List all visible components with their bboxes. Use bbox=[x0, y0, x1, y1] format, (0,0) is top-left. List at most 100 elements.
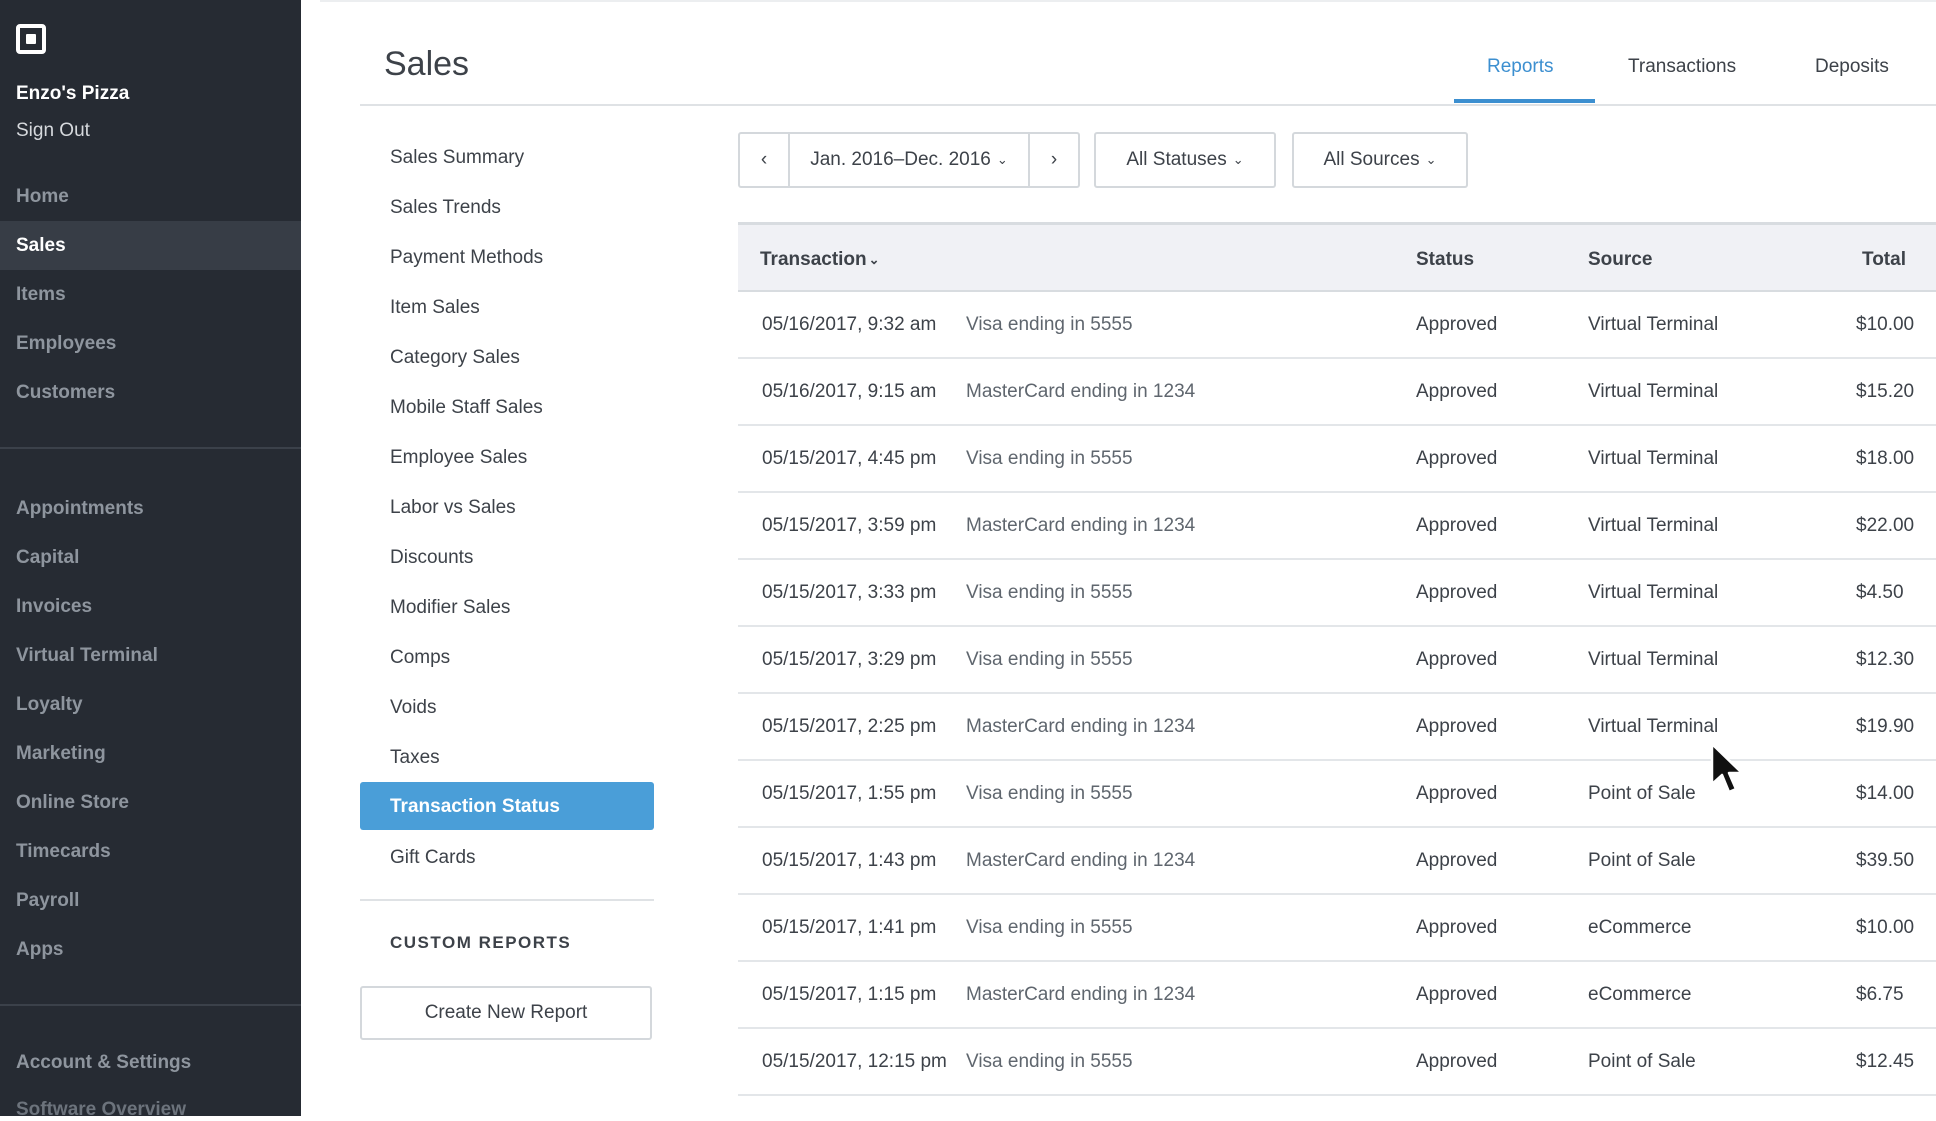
transaction-source: Virtual Terminal bbox=[1588, 582, 1719, 603]
transaction-status: Approved bbox=[1416, 917, 1498, 938]
nav-item-employees[interactable]: Employees bbox=[0, 319, 301, 368]
nav-divider bbox=[0, 1004, 301, 1006]
table-row[interactable]: 05/15/2017, 2:25 pm MasterCard ending in … bbox=[738, 694, 1936, 761]
table-row[interactable]: 05/15/2017, 1:43 pm MasterCard ending in … bbox=[738, 828, 1936, 895]
report-item[interactable]: Discounts bbox=[390, 547, 473, 569]
source-filter-select[interactable]: All Sources ⌄ bbox=[1292, 132, 1468, 188]
nav-item-customers[interactable]: Customers bbox=[0, 368, 301, 417]
app-sidebar: Enzo's Pizza Sign Out Home Sales Items E… bbox=[0, 0, 301, 1120]
header-divider bbox=[360, 104, 1936, 106]
transaction-total: $10.00 bbox=[1856, 314, 1915, 335]
transaction-card: Visa ending in 5555 bbox=[966, 448, 1133, 469]
tab-transactions[interactable]: Transactions bbox=[1628, 56, 1736, 78]
business-name: Enzo's Pizza bbox=[16, 83, 130, 104]
table-row[interactable]: 05/15/2017, 1:15 pm MasterCard ending in … bbox=[738, 962, 1936, 1029]
report-item-gift-cards[interactable]: Gift Cards bbox=[390, 847, 476, 869]
transaction-card: Visa ending in 5555 bbox=[966, 1051, 1133, 1072]
nav-item-loyalty[interactable]: Loyalty bbox=[0, 680, 301, 729]
chevron-down-icon: ⌄ bbox=[868, 251, 880, 267]
secondary-nav: Appointments Capital Invoices Virtual Te… bbox=[0, 484, 301, 974]
table-row[interactable]: 05/15/2017, 3:59 pm MasterCard ending in … bbox=[738, 493, 1936, 560]
report-item[interactable]: Modifier Sales bbox=[390, 597, 510, 619]
table-row[interactable]: 05/15/2017, 12:15 pm Visa ending in 5555 A… bbox=[738, 1029, 1936, 1096]
transaction-source: Point of Sale bbox=[1588, 850, 1696, 871]
active-tab-indicator bbox=[1454, 99, 1595, 103]
transaction-status: Approved bbox=[1416, 381, 1498, 402]
create-new-report-button[interactable]: Create New Report bbox=[360, 986, 652, 1040]
transaction-source: Virtual Terminal bbox=[1588, 448, 1719, 469]
transaction-card: MasterCard ending in 1234 bbox=[966, 850, 1196, 871]
report-item[interactable]: Labor vs Sales bbox=[390, 497, 516, 519]
transaction-date: 05/15/2017, 12:15 pm bbox=[762, 1051, 947, 1072]
next-range-button[interactable]: › bbox=[1028, 132, 1080, 188]
table-row[interactable]: 05/15/2017, 1:55 pm Visa ending in 5555 Ap… bbox=[738, 761, 1936, 828]
report-item-transaction-status[interactable]: Transaction Status bbox=[360, 782, 654, 830]
report-item[interactable]: Item Sales bbox=[390, 297, 480, 319]
transaction-status: Approved bbox=[1416, 582, 1498, 603]
transaction-status: Approved bbox=[1416, 314, 1498, 335]
custom-reports-heading: CUSTOM REPORTS bbox=[390, 933, 572, 952]
nav-item-account-settings[interactable]: Account & Settings bbox=[16, 1052, 191, 1074]
nav-item-appointments[interactable]: Appointments bbox=[0, 484, 301, 533]
nav-item-marketing[interactable]: Marketing bbox=[0, 729, 301, 778]
nav-item-home[interactable]: Home bbox=[0, 172, 301, 221]
table-row[interactable]: 05/15/2017, 4:45 pm Visa ending in 5555 Ap… bbox=[738, 426, 1936, 493]
square-logo-icon[interactable] bbox=[16, 24, 46, 54]
nav-item-items[interactable]: Items bbox=[0, 270, 301, 319]
transaction-source: Point of Sale bbox=[1588, 1051, 1696, 1072]
transaction-source: Virtual Terminal bbox=[1588, 381, 1719, 402]
transaction-source: Virtual Terminal bbox=[1588, 649, 1719, 670]
transaction-source: Virtual Terminal bbox=[1588, 515, 1719, 536]
nav-item-software-overview[interactable]: Software Overview bbox=[16, 1099, 186, 1121]
transaction-total: $12.30 bbox=[1856, 649, 1915, 670]
source-filter-label: All Sources bbox=[1323, 149, 1420, 171]
report-item[interactable]: Voids bbox=[390, 697, 436, 719]
transaction-card: MasterCard ending in 1234 bbox=[966, 716, 1196, 737]
report-item[interactable]: Taxes bbox=[390, 747, 440, 769]
primary-nav: Home Sales Items Employees Customers bbox=[0, 172, 301, 417]
transaction-total: $14.00 bbox=[1856, 783, 1915, 804]
transaction-card: MasterCard ending in 1234 bbox=[966, 515, 1196, 536]
transaction-date: 05/15/2017, 1:41 pm bbox=[762, 917, 937, 938]
nav-item-sales[interactable]: Sales bbox=[0, 221, 301, 270]
table-row[interactable]: 05/15/2017, 1:41 pm Visa ending in 5555 Ap… bbox=[738, 895, 1936, 962]
transaction-status: Approved bbox=[1416, 515, 1498, 536]
transaction-status: Approved bbox=[1416, 850, 1498, 871]
column-header-source: Source bbox=[1588, 249, 1653, 270]
nav-item-capital[interactable]: Capital bbox=[0, 533, 301, 582]
nav-item-virtual-terminal[interactable]: Virtual Terminal bbox=[0, 631, 301, 680]
transaction-card: Visa ending in 5555 bbox=[966, 917, 1133, 938]
transaction-date: 05/15/2017, 1:15 pm bbox=[762, 984, 937, 1005]
nav-item-payroll[interactable]: Payroll bbox=[0, 876, 301, 925]
report-item[interactable]: Payment Methods bbox=[390, 247, 543, 269]
nav-item-apps[interactable]: Apps bbox=[0, 925, 301, 974]
table-row[interactable]: 05/15/2017, 3:29 pm Visa ending in 5555 Ap… bbox=[738, 627, 1936, 694]
tab-reports[interactable]: Reports bbox=[1487, 56, 1554, 78]
report-item[interactable]: Sales Summary bbox=[390, 147, 524, 169]
report-item[interactable]: Comps bbox=[390, 647, 450, 669]
nav-item-timecards[interactable]: Timecards bbox=[0, 827, 301, 876]
nav-item-invoices[interactable]: Invoices bbox=[0, 582, 301, 631]
date-range-select[interactable]: Jan. 2016–Dec. 2016 ⌄ bbox=[788, 132, 1030, 188]
report-item[interactable]: Mobile Staff Sales bbox=[390, 397, 543, 419]
transaction-total: $6.75 bbox=[1856, 984, 1904, 1005]
report-item[interactable]: Category Sales bbox=[390, 347, 520, 369]
previous-range-button[interactable]: ‹ bbox=[738, 132, 790, 188]
sign-out-link[interactable]: Sign Out bbox=[16, 120, 90, 142]
column-header-transaction[interactable]: Transaction ⌄ bbox=[760, 249, 880, 271]
nav-item-online-store[interactable]: Online Store bbox=[0, 778, 301, 827]
report-item[interactable]: Sales Trends bbox=[390, 197, 501, 219]
report-item[interactable]: Employee Sales bbox=[390, 447, 527, 469]
table-row[interactable]: 05/16/2017, 9:32 am Visa ending in 5555 Ap… bbox=[738, 292, 1936, 359]
reports-divider bbox=[360, 899, 654, 901]
transaction-card: Visa ending in 5555 bbox=[966, 582, 1133, 603]
table-row[interactable]: 05/16/2017, 9:15 am MasterCard ending in … bbox=[738, 359, 1936, 426]
status-filter-select[interactable]: All Statuses ⌄ bbox=[1094, 132, 1276, 188]
transaction-source: Point of Sale bbox=[1588, 783, 1696, 804]
table-row[interactable]: 05/15/2017, 3:33 pm Visa ending in 5555 Ap… bbox=[738, 560, 1936, 627]
mouse-pointer-icon bbox=[1710, 742, 1744, 794]
tab-deposits[interactable]: Deposits bbox=[1815, 56, 1889, 78]
transaction-status: Approved bbox=[1416, 1051, 1498, 1072]
transaction-total: $22.00 bbox=[1856, 515, 1915, 536]
report-item-label: Transaction Status bbox=[390, 796, 560, 817]
